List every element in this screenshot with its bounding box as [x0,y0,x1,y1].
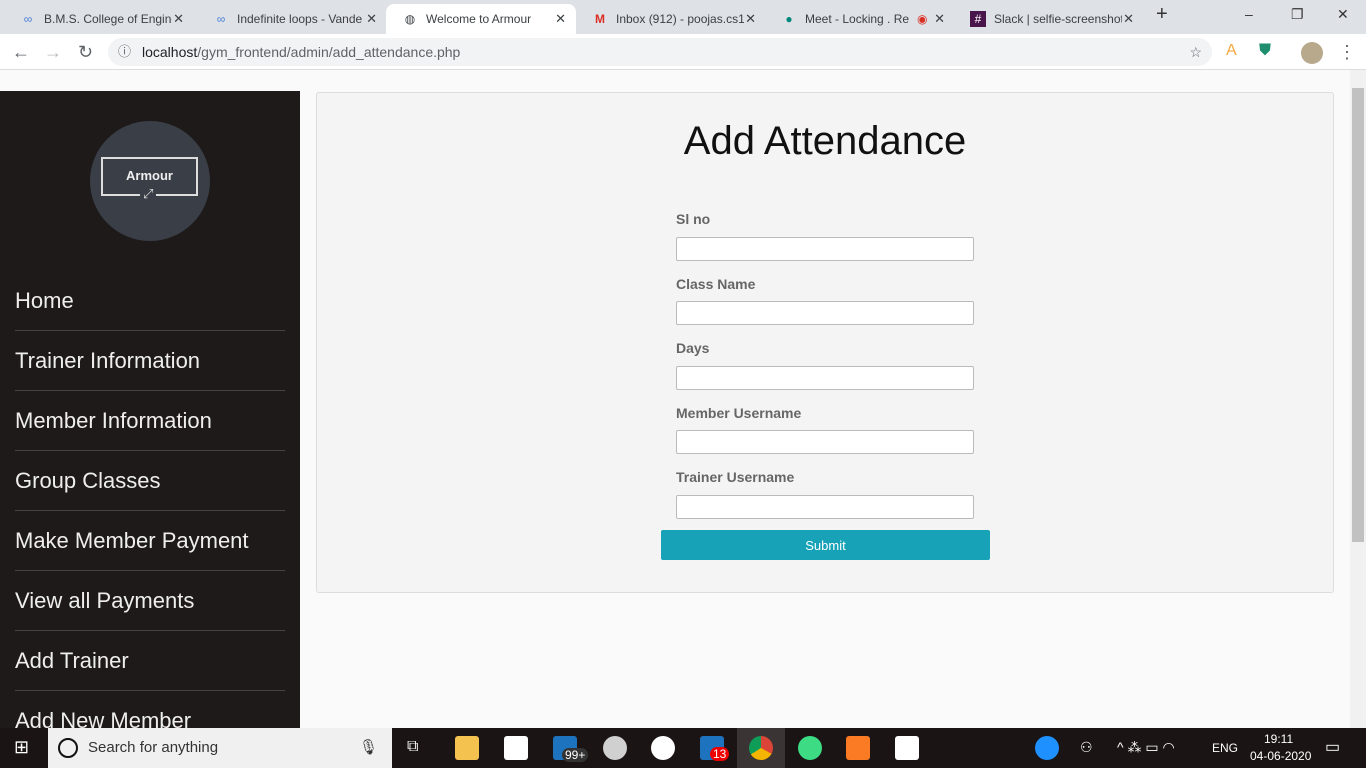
sidebar-item-add-trainer[interactable]: Add Trainer [15,631,285,691]
close-tab-icon[interactable]: ✕ [1123,11,1134,27]
tab-welcome-armour[interactable]: ◍ Welcome to Armour ✕ [386,4,576,34]
taskbar-search[interactable]: Search for anything 🎙 [48,728,392,768]
close-window-button[interactable]: ✕ [1337,6,1349,23]
xampp-icon[interactable] [846,736,870,760]
tab-bms[interactable]: ∞ B.M.S. College of Engine ✕ [4,4,194,34]
trainer-username-input[interactable] [676,495,974,519]
restore-button[interactable]: ❐ [1291,6,1304,23]
sl-no-input[interactable] [676,237,974,261]
people-icon[interactable]: ⚇ [1080,739,1093,756]
profile-avatar[interactable] [1301,42,1323,64]
member-username-label: Member Username [676,405,802,421]
sidebar-item-home[interactable]: Home [15,271,285,331]
forward-icon[interactable]: → [44,42,62,63]
microphone-icon[interactable]: 🎙 [359,728,378,768]
close-tab-icon[interactable]: ✕ [173,11,184,27]
sidebar-item-trainer-information[interactable]: Trainer Information [15,331,285,391]
new-tab-button[interactable]: + [1156,3,1168,26]
sidebar-item-group-classes[interactable]: Group Classes [15,451,285,511]
url-input[interactable]: ⓘ localhost/gym_frontend/admin/add_atten… [108,38,1212,66]
sidebar-item-add-new-member[interactable]: Add New Member [15,691,285,728]
infinity-icon: ∞ [216,12,226,26]
attendance-form-panel: Add Attendance Sl no Class Name Days Mem… [316,92,1334,593]
minimize-button[interactable]: – [1245,6,1253,22]
close-tab-icon[interactable]: ✕ [366,11,377,27]
armour-logo[interactable]: Armour ⤢ [90,121,210,241]
trainer-username-label: Trainer Username [676,469,795,485]
address-bar-row: ← → ↻ ⓘ localhost/gym_frontend/admin/add… [0,34,1366,70]
recording-icon: ◉ [917,12,928,26]
show-hidden-icons[interactable]: ^ ⁂ ▭ ◠ [1117,739,1175,756]
menu-icon[interactable]: ⋮ [1338,42,1356,63]
bookmark-star-icon[interactable]: ☆ [1189,38,1202,66]
paint-icon[interactable] [603,736,627,760]
globe-icon: ◍ [404,12,416,26]
cortana-icon [58,738,78,758]
sidebar-item-view-all-payments[interactable]: View all Payments [15,571,285,631]
tab-slack[interactable]: # Slack | selfie-screenshot ✕ [954,4,1144,34]
dropbox-icon[interactable] [895,736,919,760]
task-view-icon[interactable]: ⧉ [407,738,418,756]
close-tab-icon[interactable]: ✕ [745,11,756,27]
info-icon: ⓘ [118,44,132,59]
days-label: Days [676,340,710,356]
close-tab-icon[interactable]: ✕ [555,11,566,27]
member-username-input[interactable] [676,430,974,454]
help-icon[interactable] [1035,736,1059,760]
scrollbar-thumb[interactable] [1352,88,1364,542]
file-explorer-icon[interactable] [455,736,479,760]
extension-icon[interactable]: A [1226,42,1237,60]
page-title: Add Attendance [683,119,967,163]
days-input[interactable] [676,366,974,390]
submit-button[interactable]: Submit [661,530,990,560]
tab-meet[interactable]: ● Meet - Locking . Re ◉ ✕ [765,4,955,34]
notifications-icon[interactable]: ▭ [1325,737,1340,757]
android-studio-icon[interactable] [798,736,822,760]
slack-icon: # [970,11,986,27]
tab-inbox[interactable]: M Inbox (912) - poojas.cs1 ✕ [576,4,766,34]
sl-no-label: Sl no [676,211,711,227]
app-icon[interactable] [651,736,675,760]
tab-indefinite-loops[interactable]: ∞ Indefinite loops - Vande ✕ [197,4,387,34]
back-icon[interactable]: ← [12,42,30,63]
class-name-input[interactable] [676,301,974,325]
reload-icon[interactable]: ↻ [78,42,93,63]
infinity-icon: ∞ [23,12,33,26]
class-name-label: Class Name [676,276,756,292]
expand-arrows-icon: ⤢ [140,186,157,202]
shield-extension-icon[interactable]: ⛊ [1259,42,1271,60]
sidebar-item-member-information[interactable]: Member Information [15,391,285,451]
sidebar: Armour ⤢ Home Trainer Information Member… [0,91,300,728]
gmail-icon: M [595,12,605,26]
taskbar: ⊞ Search for anything 🎙 ⧉ 99+ 13 ⚇ ^ ⁂ ▭… [0,728,1366,768]
store-icon[interactable] [504,736,528,760]
sidebar-item-make-member-payment[interactable]: Make Member Payment [15,511,285,571]
close-tab-icon[interactable]: ✕ [934,11,945,27]
meet-icon: ● [785,12,793,26]
tab-strip: ∞ B.M.S. College of Engine ✕ ∞ Indefinite l… [0,0,1366,34]
windows-start-icon[interactable]: ⊞ [14,737,29,758]
chrome-icon[interactable] [749,736,773,760]
page-scrollbar[interactable] [1350,70,1366,728]
